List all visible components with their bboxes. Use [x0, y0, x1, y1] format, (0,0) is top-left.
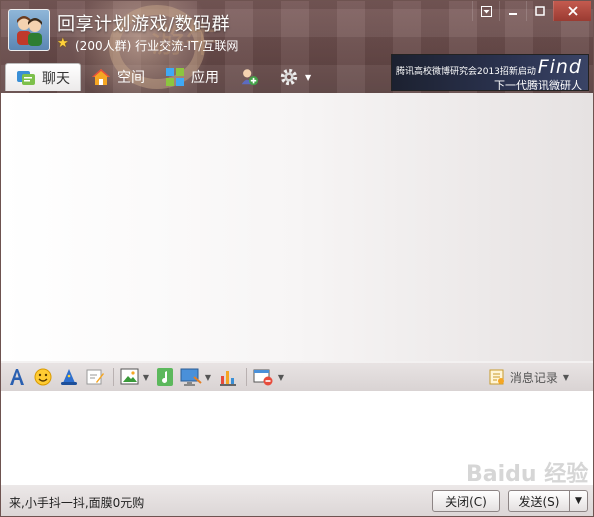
close-window-button[interactable] — [553, 1, 591, 21]
maximize-button[interactable] — [526, 1, 553, 21]
send-image-button[interactable] — [120, 366, 140, 388]
chevron-down-icon: ▼ — [575, 496, 582, 506]
window-footer: 来,小手抖一抖,面膜0元购 关闭(C) 发送(S) ▼ — [1, 485, 593, 516]
tab-apps-label: 应用 — [191, 70, 219, 86]
invite-members-button[interactable] — [229, 63, 269, 91]
gear-icon — [279, 68, 299, 86]
toolbar-separator — [113, 368, 114, 386]
promo-link[interactable]: 来,小手抖一抖,面膜0元购 — [9, 494, 144, 511]
chevron-down-icon: ▼ — [562, 372, 569, 382]
window-header: 游牛 回享计划游戏/数码群 ★ (200人群) 行业交流-IT/互联网 聊天 空… — [1, 1, 593, 93]
send-options-dropdown[interactable]: ▼ — [569, 490, 588, 512]
window-shake-icon — [253, 369, 273, 386]
group-title: 回享计划游戏/数码群 — [57, 14, 231, 35]
group-level-star-icon: ★ — [57, 36, 69, 51]
magic-expression-button[interactable] — [59, 366, 79, 388]
font-button[interactable] — [7, 366, 27, 388]
scribble-button[interactable] — [85, 366, 105, 388]
chevron-down-icon: ▼ — [305, 72, 312, 82]
group-avatar-icon — [17, 16, 42, 46]
tab-space[interactable]: 空间 — [81, 63, 155, 91]
more-tools-dropdown[interactable]: ▼ — [277, 366, 285, 388]
history-icon — [489, 369, 504, 385]
message-history-button[interactable]: 消息记录 ▼ — [489, 366, 569, 388]
bar-chart-icon — [220, 371, 236, 386]
qq-group-chat-window: 游牛 回享计划游戏/数码群 ★ (200人群) 行业交流-IT/互联网 聊天 空… — [0, 0, 594, 517]
dropdown-box-icon — [480, 5, 492, 17]
group-avatar[interactable] — [8, 9, 50, 51]
input-toolbar: ▼ ▼ ▼ 消息记录 ▼ — [1, 363, 593, 391]
settings-button[interactable]: ▼ — [269, 63, 321, 91]
window-controls — [472, 1, 591, 21]
send-image-dropdown[interactable]: ▼ — [142, 366, 150, 388]
minimize-icon — [509, 13, 517, 15]
shake-window-button[interactable] — [253, 366, 275, 388]
group-tabs: 聊天 空间 应用 ▼ — [5, 61, 321, 91]
image-icon — [120, 368, 139, 385]
baidu-watermark: Baidu 经验 — [466, 462, 589, 487]
group-subtitle: (200人群) 行业交流-IT/互联网 — [75, 39, 239, 53]
apps-icon — [165, 68, 185, 86]
note-edit-icon — [86, 369, 104, 385]
add-member-icon — [239, 68, 259, 86]
toolbar-separator — [246, 368, 247, 386]
ad-banner[interactable]: 腾讯高校微博研究会2013招新启动 Find 下一代腾讯微研人 — [391, 54, 589, 91]
vote-button[interactable] — [218, 366, 238, 388]
ad-banner-line2: 下一代腾讯微研人 — [494, 79, 582, 91]
close-icon — [567, 6, 578, 16]
screen-capture-icon — [180, 368, 202, 386]
tab-space-label: 空间 — [117, 70, 145, 86]
tab-chat-label: 聊天 — [42, 70, 70, 87]
window-menu-button[interactable] — [472, 1, 499, 21]
message-history-label: 消息记录 — [509, 370, 558, 385]
smiley-icon — [34, 368, 52, 386]
tab-chat[interactable]: 聊天 — [5, 63, 81, 91]
tab-apps[interactable]: 应用 — [155, 63, 229, 91]
ad-banner-line1: 腾讯高校微博研究会2013招新启动 — [396, 67, 536, 77]
ad-banner-brand: Find — [537, 56, 582, 78]
screenshot-button[interactable] — [180, 366, 202, 388]
music-button[interactable] — [156, 366, 174, 388]
maximize-icon — [535, 6, 545, 16]
home-icon — [91, 68, 111, 86]
wizard-hat-icon — [61, 369, 77, 385]
font-icon — [10, 369, 24, 385]
close-button[interactable]: 关闭(C) — [432, 490, 500, 512]
minimize-button[interactable] — [499, 1, 526, 21]
music-note-icon — [157, 368, 173, 386]
emoji-button[interactable] — [33, 366, 53, 388]
send-button[interactable]: 发送(S) — [508, 490, 570, 512]
chat-icon — [16, 69, 36, 87]
screenshot-dropdown[interactable]: ▼ — [204, 366, 212, 388]
message-display-area[interactable] — [1, 93, 593, 361]
